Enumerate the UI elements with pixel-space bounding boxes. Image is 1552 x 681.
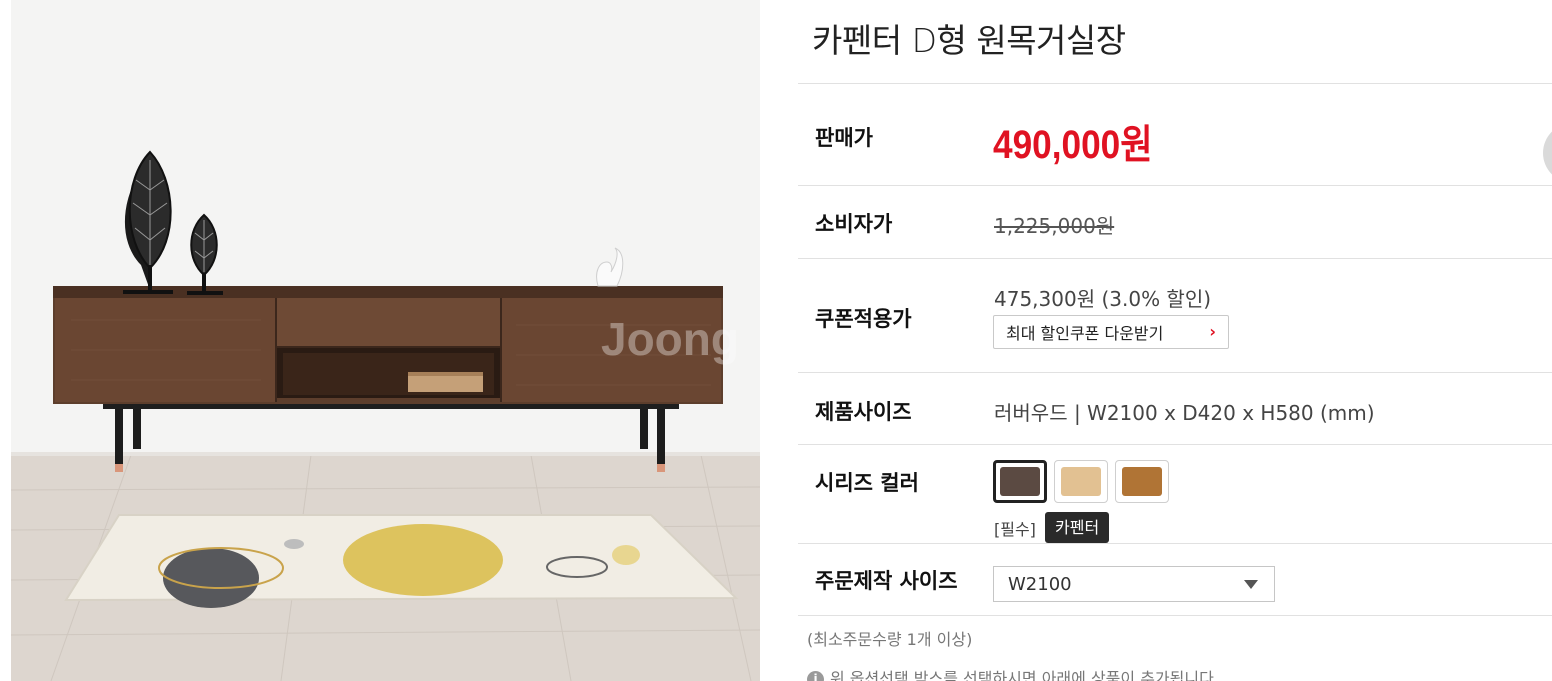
product-size-value: 러버우드 | W2100 x D420 x H580 (mm) (994, 401, 1375, 425)
coupon-price-label: 쿠폰적용가 (815, 307, 912, 331)
color-tooltip: 카펜터 (1045, 512, 1110, 543)
required-label: [필수] (994, 520, 1036, 539)
coupon-price-value: 475,300원 (3.0% 할인) (994, 287, 1212, 311)
divider (798, 258, 1552, 259)
divider (798, 543, 1552, 544)
watermark-text: Joong (601, 313, 739, 365)
product-image: Joong (11, 0, 760, 681)
swatch-chip (1061, 467, 1101, 496)
swatch-chip (1122, 467, 1162, 496)
color-swatch-3[interactable] (1115, 460, 1169, 503)
sale-price-value: 490,000원 (993, 123, 1153, 167)
side-scroll-button[interactable] (1543, 123, 1552, 183)
swatch-chip (1000, 467, 1040, 496)
product-info-panel: 카펜터 D형 원목거실장 판매가 490,000원 소비자가 1,225,000… (798, 0, 1552, 681)
series-color-label: 시리즈 컬러 (815, 471, 919, 495)
caret-down-icon (1244, 580, 1258, 589)
sale-price-label: 판매가 (815, 126, 873, 150)
color-swatch-1[interactable] (993, 460, 1047, 503)
divider (798, 372, 1552, 373)
divider (798, 615, 1552, 616)
min-order-text: (최소주문수량 1개 이상) (807, 630, 973, 649)
divider (798, 444, 1552, 445)
divider (798, 185, 1552, 186)
option-notice-text: 위 옵션선택 박스를 선택하시면 아래에 상품이 추가됩니다 (830, 669, 1214, 681)
divider (798, 83, 1552, 84)
product-photo: Joong (11, 0, 760, 681)
option-notice: i 위 옵션선택 박스를 선택하시면 아래에 상품이 추가됩니다 (807, 665, 1214, 681)
custom-size-selected: W2100 (1008, 574, 1072, 595)
chevron-right-icon: › (1209, 322, 1216, 341)
download-coupon-label: 최대 할인쿠폰 다운받기 (1006, 324, 1164, 343)
custom-size-select[interactable]: W2100 (993, 566, 1275, 602)
download-coupon-button[interactable]: 최대 할인쿠폰 다운받기 › (993, 315, 1229, 349)
product-title: 카펜터 D형 원목거실장 (812, 21, 1126, 60)
product-size-label: 제품사이즈 (815, 400, 912, 424)
color-swatch-2[interactable] (1054, 460, 1108, 503)
info-icon: i (807, 671, 824, 681)
consumer-price-value: 1,225,000원 (994, 214, 1115, 238)
custom-size-label: 주문제작 사이즈 (815, 569, 958, 593)
consumer-price-label: 소비자가 (815, 212, 893, 236)
